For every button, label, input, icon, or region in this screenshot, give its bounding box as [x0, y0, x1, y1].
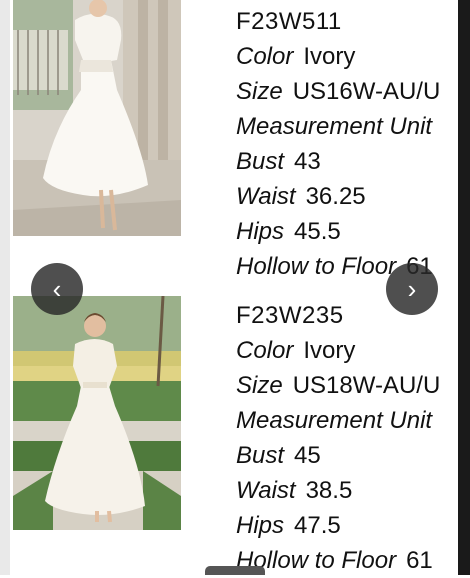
product-specs-1: F23W511 Color Ivory Size US16W-AU/U Measur…: [236, 4, 458, 284]
left-frame: [0, 0, 10, 575]
product-code: F23W511: [236, 8, 342, 35]
chevron-left-icon: ‹: [52, 273, 62, 304]
dress-photo-image: [13, 0, 181, 236]
spec-row-waist: Waist 38.5: [236, 473, 458, 508]
spec-label: Color: [236, 337, 294, 364]
spec-value: 36.25: [305, 183, 366, 210]
spec-label: Hips: [236, 512, 285, 539]
product-photo-2[interactable]: [13, 296, 181, 530]
product-specs-2: F23W235 Color Ivory Size US18W-AU/U Measur…: [236, 298, 458, 578]
spec-row-size: Size US18W-AU/U: [236, 368, 458, 403]
spec-value: 43: [294, 148, 321, 175]
spec-row-size: Size US16W-AU/U: [236, 74, 458, 109]
carousel-prev-button[interactable]: ‹: [31, 263, 83, 315]
spec-label: Waist: [236, 477, 296, 504]
spec-label: Waist: [236, 183, 296, 210]
spec-value: 38.5: [305, 477, 353, 504]
spec-row-hips: Hips 45.5: [236, 214, 458, 249]
spec-row-color: Color Ivory: [236, 39, 458, 74]
spec-value: Ivory: [303, 43, 356, 70]
spec-value: 47.5: [294, 512, 341, 539]
spec-label: Hips: [236, 218, 285, 245]
spec-label: Hollow to Floor: [236, 253, 397, 280]
spec-row-bust: Bust 43: [236, 144, 458, 179]
spec-label: Bust: [236, 148, 285, 175]
spec-value: 45: [294, 442, 321, 469]
spec-row-measurement-unit: Measurement Unit: [236, 109, 458, 144]
spec-row-measurement-unit: Measurement Unit: [236, 403, 458, 438]
spec-label: Size: [236, 372, 283, 399]
carousel-next-button[interactable]: ›: [386, 263, 438, 315]
dress-photo-image: [13, 296, 181, 530]
spec-row-bust: Bust 45: [236, 438, 458, 473]
chevron-right-icon: ›: [407, 273, 417, 304]
spec-label: Size: [236, 78, 283, 105]
product-photo-1[interactable]: [13, 0, 181, 236]
spec-value: 61: [406, 547, 433, 574]
spec-label: Measurement Unit: [236, 113, 433, 140]
spec-label: Bust: [236, 442, 285, 469]
spec-label: Color: [236, 43, 294, 70]
home-indicator[interactable]: [205, 566, 265, 575]
spec-value: 45.5: [294, 218, 341, 245]
right-frame: [458, 0, 470, 575]
spec-value: US16W-AU/U: [292, 78, 441, 105]
spec-row-color: Color Ivory: [236, 333, 458, 368]
spec-label: Measurement Unit: [236, 407, 433, 434]
spec-value: US18W-AU/U: [292, 372, 441, 399]
spec-row-hips: Hips 47.5: [236, 508, 458, 543]
spec-value: Ivory: [303, 337, 356, 364]
spec-row-hollow-to-floor: Hollow to Floor61: [236, 543, 458, 578]
spec-row-waist: Waist 36.25: [236, 179, 458, 214]
